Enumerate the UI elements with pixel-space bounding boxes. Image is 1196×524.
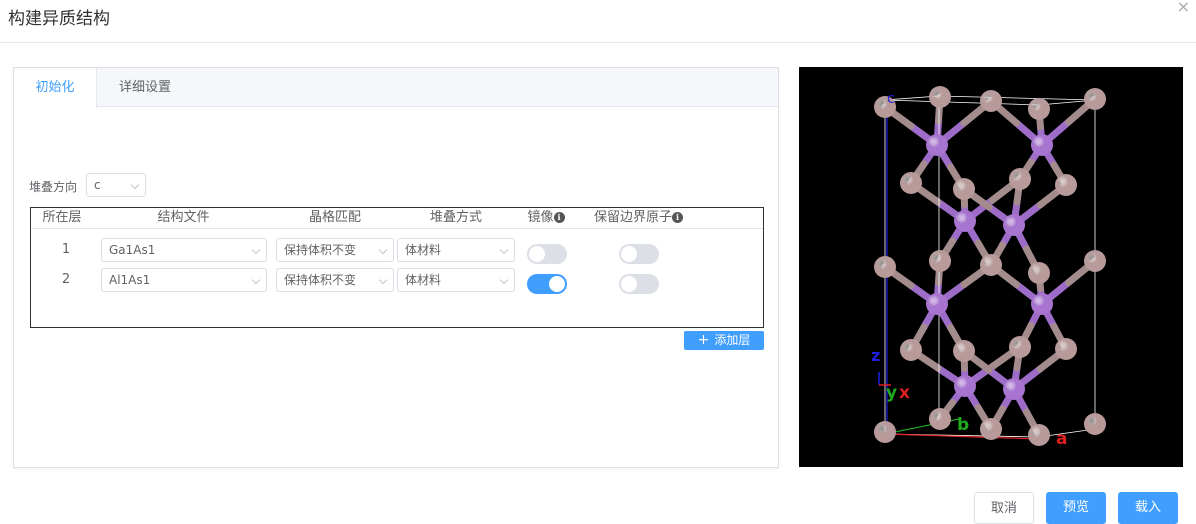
lattice-match-value: 保持体积不变 [284,243,357,257]
gray-atom [1009,336,1031,358]
gray-atom [900,339,922,361]
row-layer-number: 1 [61,242,71,257]
purple-atom [1031,134,1053,156]
cell-edge [938,95,1096,101]
mirror-toggle[interactable] [527,244,567,264]
gray-atom [1084,413,1106,435]
lattice-match-select[interactable]: 保持体积不变 [276,238,394,262]
gray-atom [980,90,1002,112]
close-icon[interactable]: × [1177,0,1190,16]
header-keep-boundary-label: 保留边界原子 [593,210,672,225]
preview-button[interactable]: 预览 [1046,492,1106,524]
keep-boundary-toggle[interactable] [619,244,659,264]
keep-boundary-toggle[interactable] [619,274,659,294]
gray-atom [1055,174,1077,196]
stack-direction-value: c [94,178,101,192]
purple-atom [1031,293,1053,315]
header-mirror: 镜像 i [521,208,571,228]
stack-mode-select[interactable]: 体材料 [397,238,515,262]
header-stack-mode: 堆叠方式 [429,210,482,225]
axis-z-label: z [871,346,880,365]
header-lattice-match: 晶格匹配 [308,210,361,225]
crystal-structure-view[interactable]: c z y x b a [799,67,1183,467]
gray-atom [1028,262,1050,284]
chevron-down-icon [499,275,509,285]
purple-atom [954,375,976,397]
header-layer: 所在层 [42,210,82,225]
purple-atom [1003,214,1025,236]
info-icon[interactable]: i [553,212,565,223]
lattice-match-select[interactable]: 保持体积不变 [276,268,394,292]
toggle-knob [621,246,637,262]
chevron-down-icon [130,180,140,190]
stack-direction-select[interactable]: c [86,173,146,197]
gray-atom [929,408,951,430]
structure-file-value: Ga1As1 [109,243,156,257]
header-divider [0,42,1196,43]
load-button[interactable]: 载入 [1118,492,1178,524]
add-layer-label: 添加层 [714,333,751,347]
axis-c-label: c [887,91,895,107]
tab-bar: 初始化 详细设置 [14,68,778,108]
toggle-knob [529,246,545,262]
axis-b-label: b [957,415,969,435]
structure-file-value: Al1As1 [109,273,151,287]
purple-atom [954,210,976,232]
gray-atom [1084,88,1106,110]
toggle-knob [621,276,637,292]
stack-mode-value: 体材料 [405,273,442,287]
header-mirror-label: 镜像 [527,210,554,225]
gray-atom [1028,98,1050,120]
header-divider [31,228,763,229]
stack-direction-label: 堆叠方向 [29,180,78,194]
chevron-down-icon [251,275,261,285]
purple-atom [926,293,948,315]
axis-a-label: a [1056,429,1067,449]
layer-table: 所在层 结构文件 晶格匹配 堆叠方式 镜像 i 保留边界原子 i 1 Ga1As1 … [30,207,764,328]
structure-file-select[interactable]: Ga1As1 [101,238,267,262]
gray-atom [929,250,951,272]
gray-atom [900,172,922,194]
plus-icon: + [697,332,710,348]
axis-y-label: y [886,383,897,403]
chevron-down-icon [378,245,388,255]
axis-x-label: x [899,383,910,403]
tab-detail-settings[interactable]: 详细设置 [102,68,188,107]
structure-viewer[interactable]: c z y x b a [799,67,1183,467]
info-icon[interactable]: i [672,212,683,223]
cancel-button[interactable]: 取消 [974,492,1034,524]
stack-mode-select[interactable]: 体材料 [397,268,515,292]
chevron-down-icon [251,245,261,255]
gray-atom [1084,250,1106,272]
lattice-match-value: 保持体积不变 [284,273,357,287]
purple-atom [926,134,948,156]
gray-atom [953,340,975,362]
structure-file-select[interactable]: Al1As1 [101,268,267,292]
gray-atom [874,256,896,278]
gray-atom [980,254,1002,276]
tab-init[interactable]: 初始化 [14,68,97,108]
gray-atom [929,86,951,108]
stack-mode-value: 体材料 [405,243,442,257]
dialog-title: 构建异质结构 [8,9,110,29]
gray-atom [874,421,896,443]
toggle-knob [549,276,565,292]
mirror-toggle[interactable] [527,274,567,294]
settings-panel: 初始化 详细设置 堆叠方向 c 所在层 结构文件 晶格匹配 堆叠方式 镜像 i 保… [13,67,779,468]
header-structure-file: 结构文件 [157,210,210,225]
chevron-down-icon [378,275,388,285]
chevron-down-icon [499,245,509,255]
gray-atom [980,418,1002,440]
gray-atom [1009,168,1031,190]
row-layer-number: 2 [61,272,71,287]
gray-atom [1055,338,1077,360]
gray-atom [953,178,975,200]
header-keep-boundary: 保留边界原子 i [586,208,691,228]
cell-edge [884,99,1040,106]
gray-atom [1028,424,1050,446]
add-layer-button[interactable]: + 添加层 [684,331,764,350]
purple-atom [1003,378,1025,400]
